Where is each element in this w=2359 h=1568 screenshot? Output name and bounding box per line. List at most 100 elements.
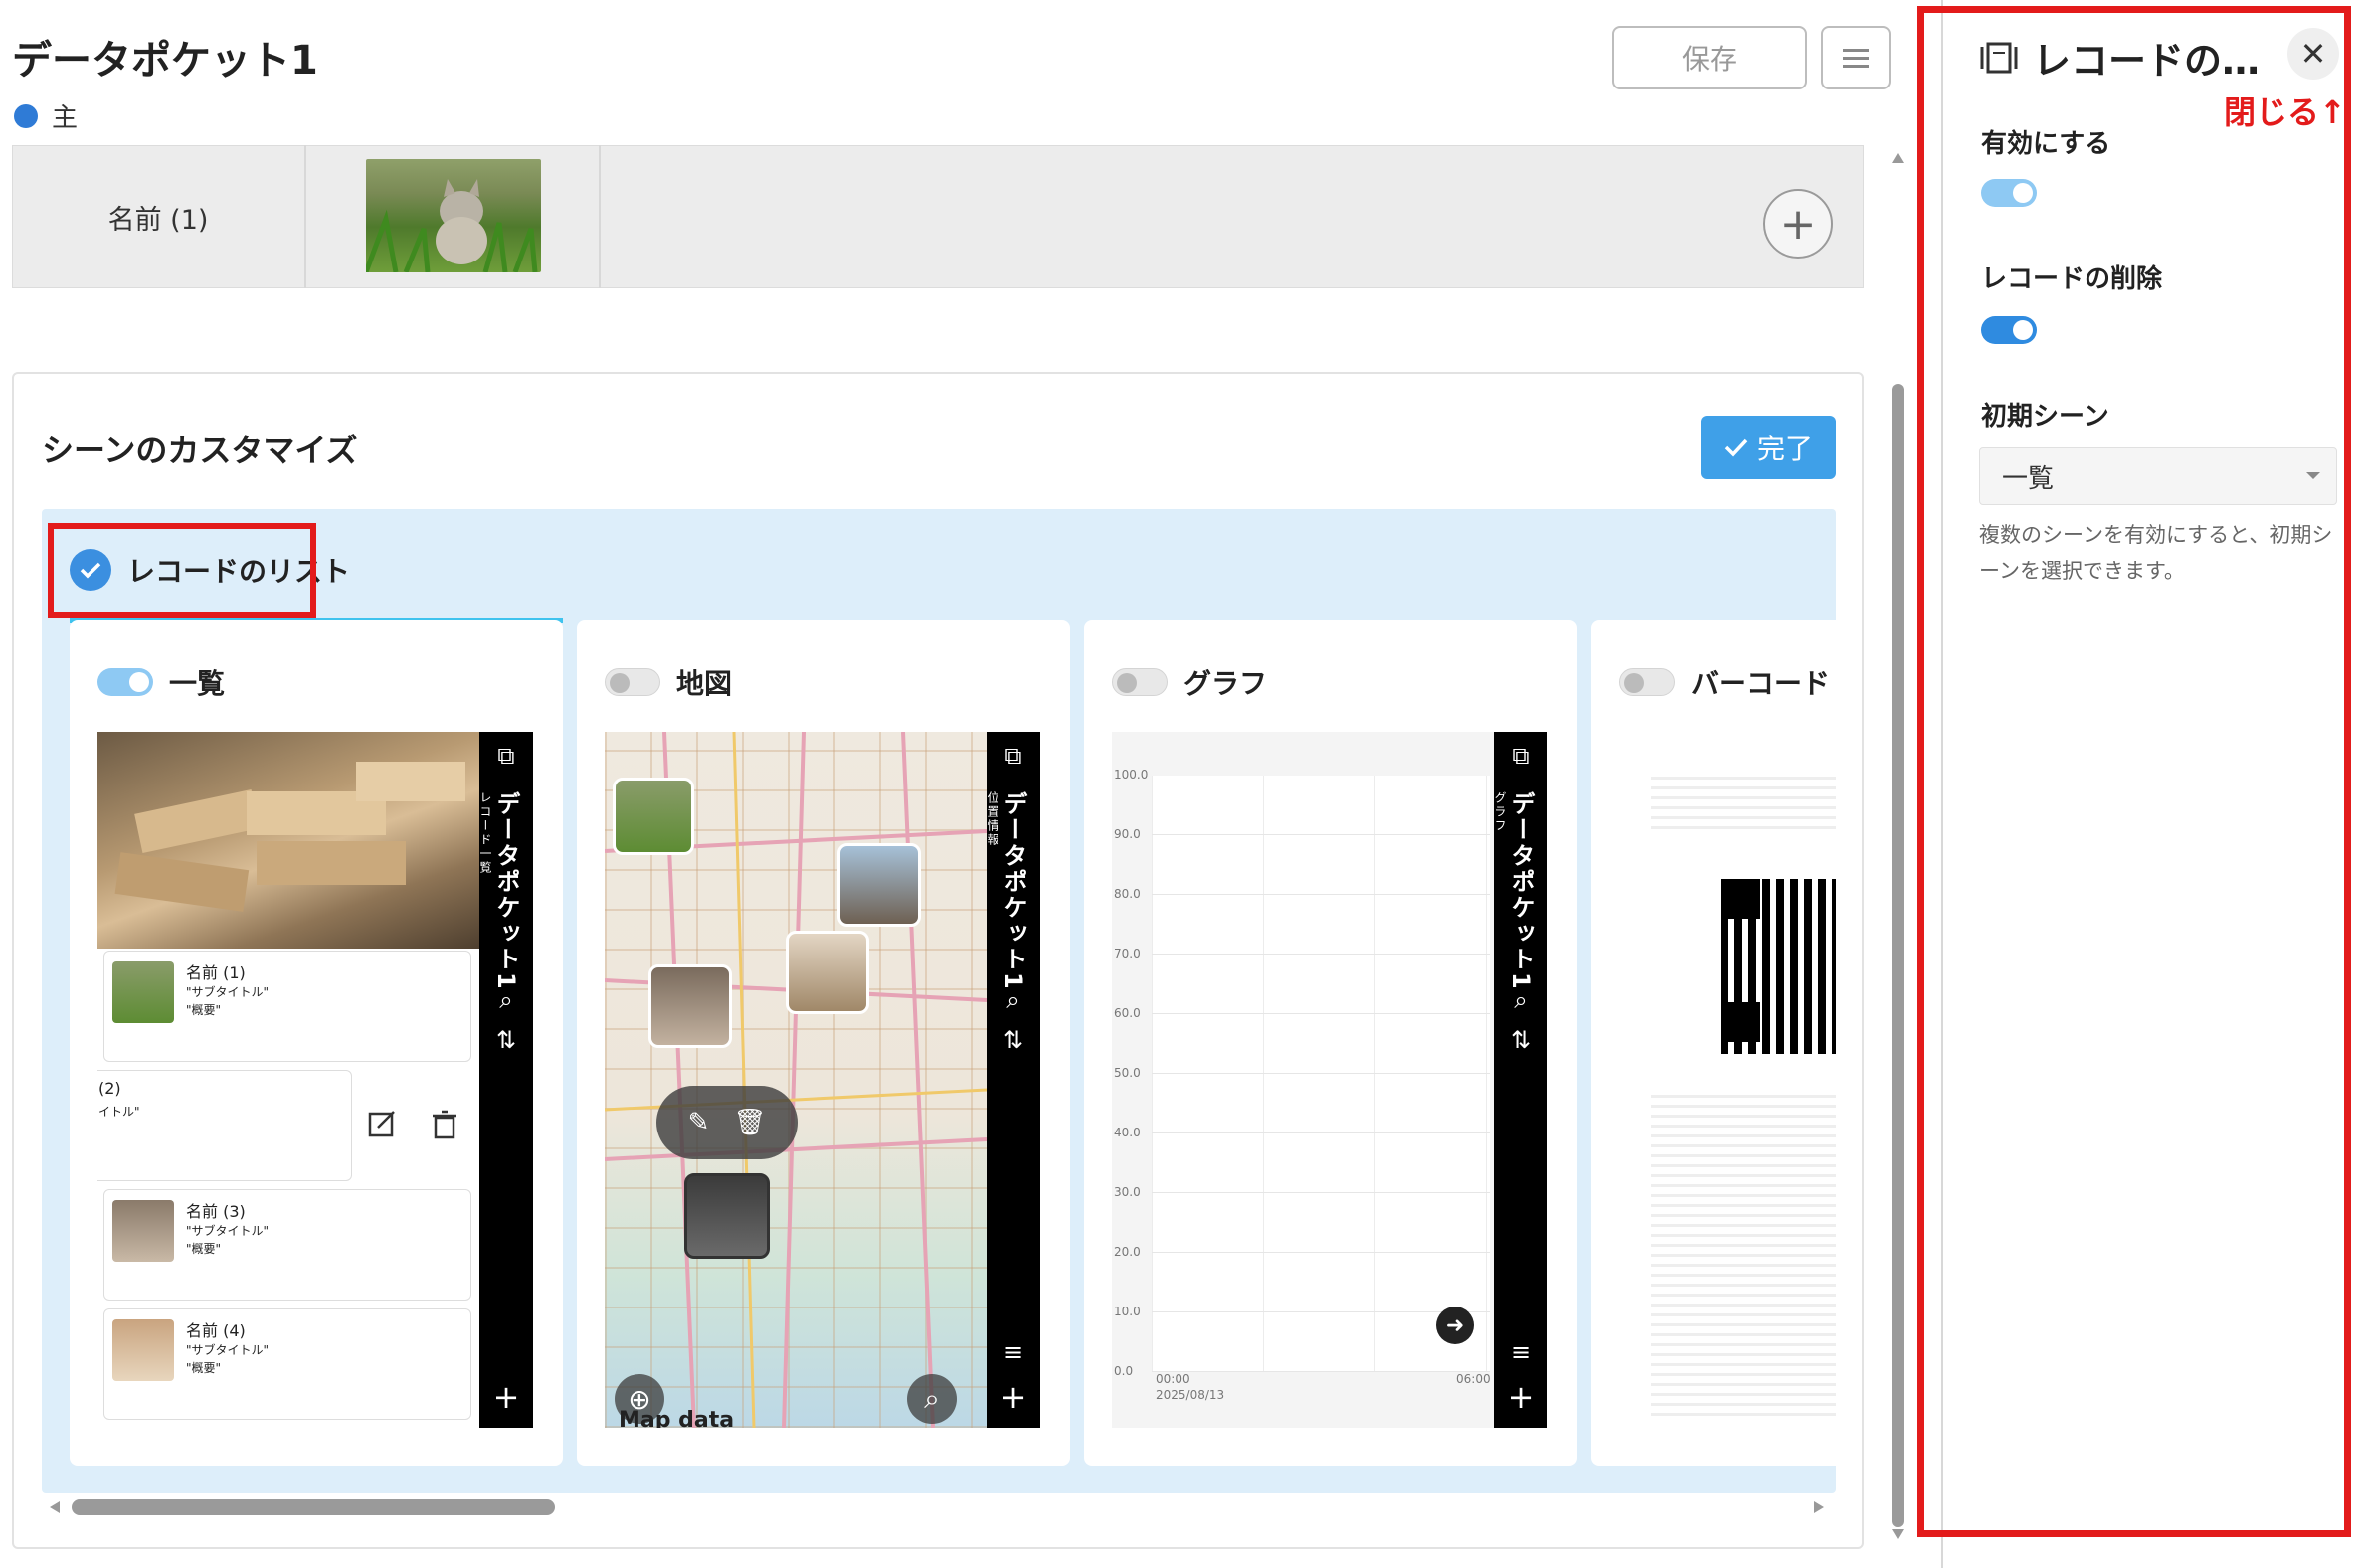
search-icon: ⌕ (1006, 986, 1020, 1014)
scene-card-graph[interactable]: グラフ 100.0 90.0 80.0 70.0 60.0 50.0 40.0 … (1084, 620, 1577, 1466)
list-item: 名前 (1) "サブタイトル" "概要" (103, 951, 471, 1062)
hamburger-icon (1843, 49, 1869, 68)
initial-scene-select[interactable]: 一覧 (1979, 447, 2337, 505)
scene-card-header: バーコード (1619, 662, 1830, 702)
record-name-cell[interactable]: 名前 (1) (12, 145, 306, 288)
close-annotation: 閉じる↑ (2224, 93, 2346, 131)
scene-card-label: バーコード (1691, 667, 1831, 700)
main-vertical-scrollbar[interactable] (1890, 145, 1905, 1547)
preview-side-bar: ⧉ データポケット1 位置情報 ⌕ ⇅ ≡ + (986, 732, 1040, 1428)
map-attribution: Map data (619, 1408, 735, 1428)
panel-title: レコードの… (1979, 30, 2260, 85)
search-icon: ⌕ (907, 1374, 957, 1424)
done-button[interactable]: 完了 (1701, 416, 1836, 479)
trash-icon: 🗑 (733, 1108, 767, 1137)
enable-toggle[interactable] (1981, 179, 2037, 207)
graph-background: 100.0 90.0 80.0 70.0 60.0 50.0 40.0 30.0… (1112, 732, 1494, 1428)
scene-toggle-list[interactable] (97, 668, 153, 696)
close-button[interactable]: ✕ (2287, 28, 2339, 80)
y-tick-label: 70.0 (1114, 947, 1141, 960)
trash-icon (433, 1110, 456, 1139)
record-summary: "概要" (186, 1003, 222, 1017)
scene-card-header: 一覧 (97, 662, 225, 702)
check-icon (1724, 438, 1748, 457)
initial-scene-help: 複数のシーンを有効にすると、初期シーンを選択できます。 (1979, 523, 2333, 583)
scroll-up-icon (1892, 153, 1904, 163)
y-tick-label: 0.0 (1114, 1364, 1134, 1378)
map-marker-photo (837, 843, 921, 927)
x-tick-date: 2025/08/13 (1156, 1388, 1225, 1402)
sort-icon: ⇅ (1002, 1026, 1024, 1054)
y-tick-label: 90.0 (1114, 827, 1141, 841)
record-photo-thumbnail (363, 159, 541, 273)
initial-scene-label: 初期シーン (1981, 402, 2109, 432)
copy-icon: ⧉ (1512, 742, 1530, 770)
scene-card-map[interactable]: 地図 ✎ 🗑 ⊕ ⌕ Map data ⧉ データポケット1 位置情報 ⌕ ⇅ … (577, 620, 1070, 1466)
copy-icon: ⧉ (497, 742, 515, 770)
scene-toggle-map[interactable] (605, 668, 660, 696)
y-tick-label: 60.0 (1114, 1006, 1141, 1020)
scene-card-label: 一覧 (169, 667, 226, 700)
scene-horizontal-scrollbar[interactable] (42, 1493, 1836, 1521)
plus-icon: + (1507, 1378, 1535, 1416)
list-preview: 名前 (1) "サブタイトル" "概要" (2) イトル" 名前 (3) "サブ… (97, 732, 533, 1428)
search-icon: ⌕ (499, 986, 513, 1014)
initial-scene-value: 一覧 (2002, 463, 2055, 494)
scene-toggle-graph[interactable] (1112, 668, 1168, 696)
y-tick-label: 10.0 (1114, 1305, 1141, 1318)
graph-preview: 100.0 90.0 80.0 70.0 60.0 50.0 40.0 30.0… (1112, 732, 1547, 1428)
enable-label: 有効にする (1981, 129, 2111, 159)
delete-record-toggle[interactable] (1981, 316, 2037, 344)
scrollbar-thumb[interactable] (72, 1499, 555, 1515)
record-subtitle: "サブタイトル" (186, 985, 270, 999)
barcode-filler-text (1651, 770, 1836, 829)
hamburger-icon: ≡ (1510, 1338, 1532, 1366)
barcode-filler-text (1651, 1088, 1836, 1416)
delete-record-label: レコードの削除 (1981, 264, 2163, 294)
scene-card-label: 地図 (676, 667, 733, 700)
add-field-button[interactable]: + (1763, 189, 1833, 259)
edit-icon: ✎ (687, 1108, 710, 1137)
record-subtitle: "サブタイトル" (186, 1224, 270, 1238)
record-name: 名前 (3) (186, 1202, 246, 1221)
scene-card-label: グラフ (1183, 667, 1268, 700)
record-thumbnail (112, 1200, 174, 1262)
scroll-down-icon (1892, 1529, 1904, 1539)
role-indicator: 主 (14, 97, 78, 134)
y-tick-label: 80.0 (1114, 887, 1141, 901)
x-tick-label: 00:00 (1156, 1372, 1190, 1386)
map-preview: ✎ 🗑 ⊕ ⌕ Map data ⧉ データポケット1 位置情報 ⌕ ⇅ ≡ + (605, 732, 1040, 1428)
dropdown-caret-icon (2306, 472, 2320, 479)
y-tick-label: 20.0 (1114, 1245, 1141, 1259)
map-marker-photo (613, 778, 694, 855)
preview-side-subtitle: グラフ (1493, 791, 1507, 833)
highlight-box-record-list (48, 523, 316, 618)
plus-icon: + (999, 1378, 1027, 1416)
preview-side-bar: ⧉ データポケット1 グラフ ⌕ ⇅ ≡ + (1493, 732, 1547, 1428)
x-tick-label: 06:00 (1456, 1372, 1491, 1386)
record-summary: "概要" (186, 1361, 222, 1375)
scene-card-list[interactable]: 一覧 名前 (1) "サブタイトル" "概要" (2) イトル" 名前 (3) (70, 620, 563, 1466)
list-item-swiped: (2) イトル" (97, 1070, 352, 1181)
list-item: 名前 (3) "サブタイトル" "概要" (103, 1189, 471, 1301)
menu-button[interactable] (1821, 26, 1891, 89)
record-subtitle: イトル" (98, 1105, 140, 1119)
list-item: 名前 (4) "サブタイトル" "概要" (103, 1308, 471, 1420)
y-tick-label: 100.0 (1114, 768, 1149, 782)
save-button[interactable]: 保存 (1612, 26, 1807, 89)
scrollbar-thumb[interactable] (1892, 384, 1904, 1527)
role-dot-icon (14, 103, 38, 128)
scene-customize-title: シーンのカスタマイズ (42, 432, 358, 469)
scene-card-barcode[interactable]: バーコード (1591, 620, 1836, 1466)
page-title: データポケット1 (12, 38, 318, 84)
preview-side-title: データポケット1 (492, 791, 520, 991)
sort-icon: ⇅ (1510, 1026, 1532, 1054)
record-name: 名前 (1) (186, 963, 246, 982)
scroll-right-icon (1814, 1501, 1824, 1513)
scene-toggle-barcode[interactable] (1619, 668, 1675, 696)
search-icon: ⌕ (1514, 986, 1528, 1014)
wood-blocks-image (97, 732, 479, 949)
y-tick-label: 30.0 (1114, 1185, 1141, 1199)
scene-card-header: 地図 (605, 662, 732, 702)
role-label: 主 (52, 103, 79, 133)
